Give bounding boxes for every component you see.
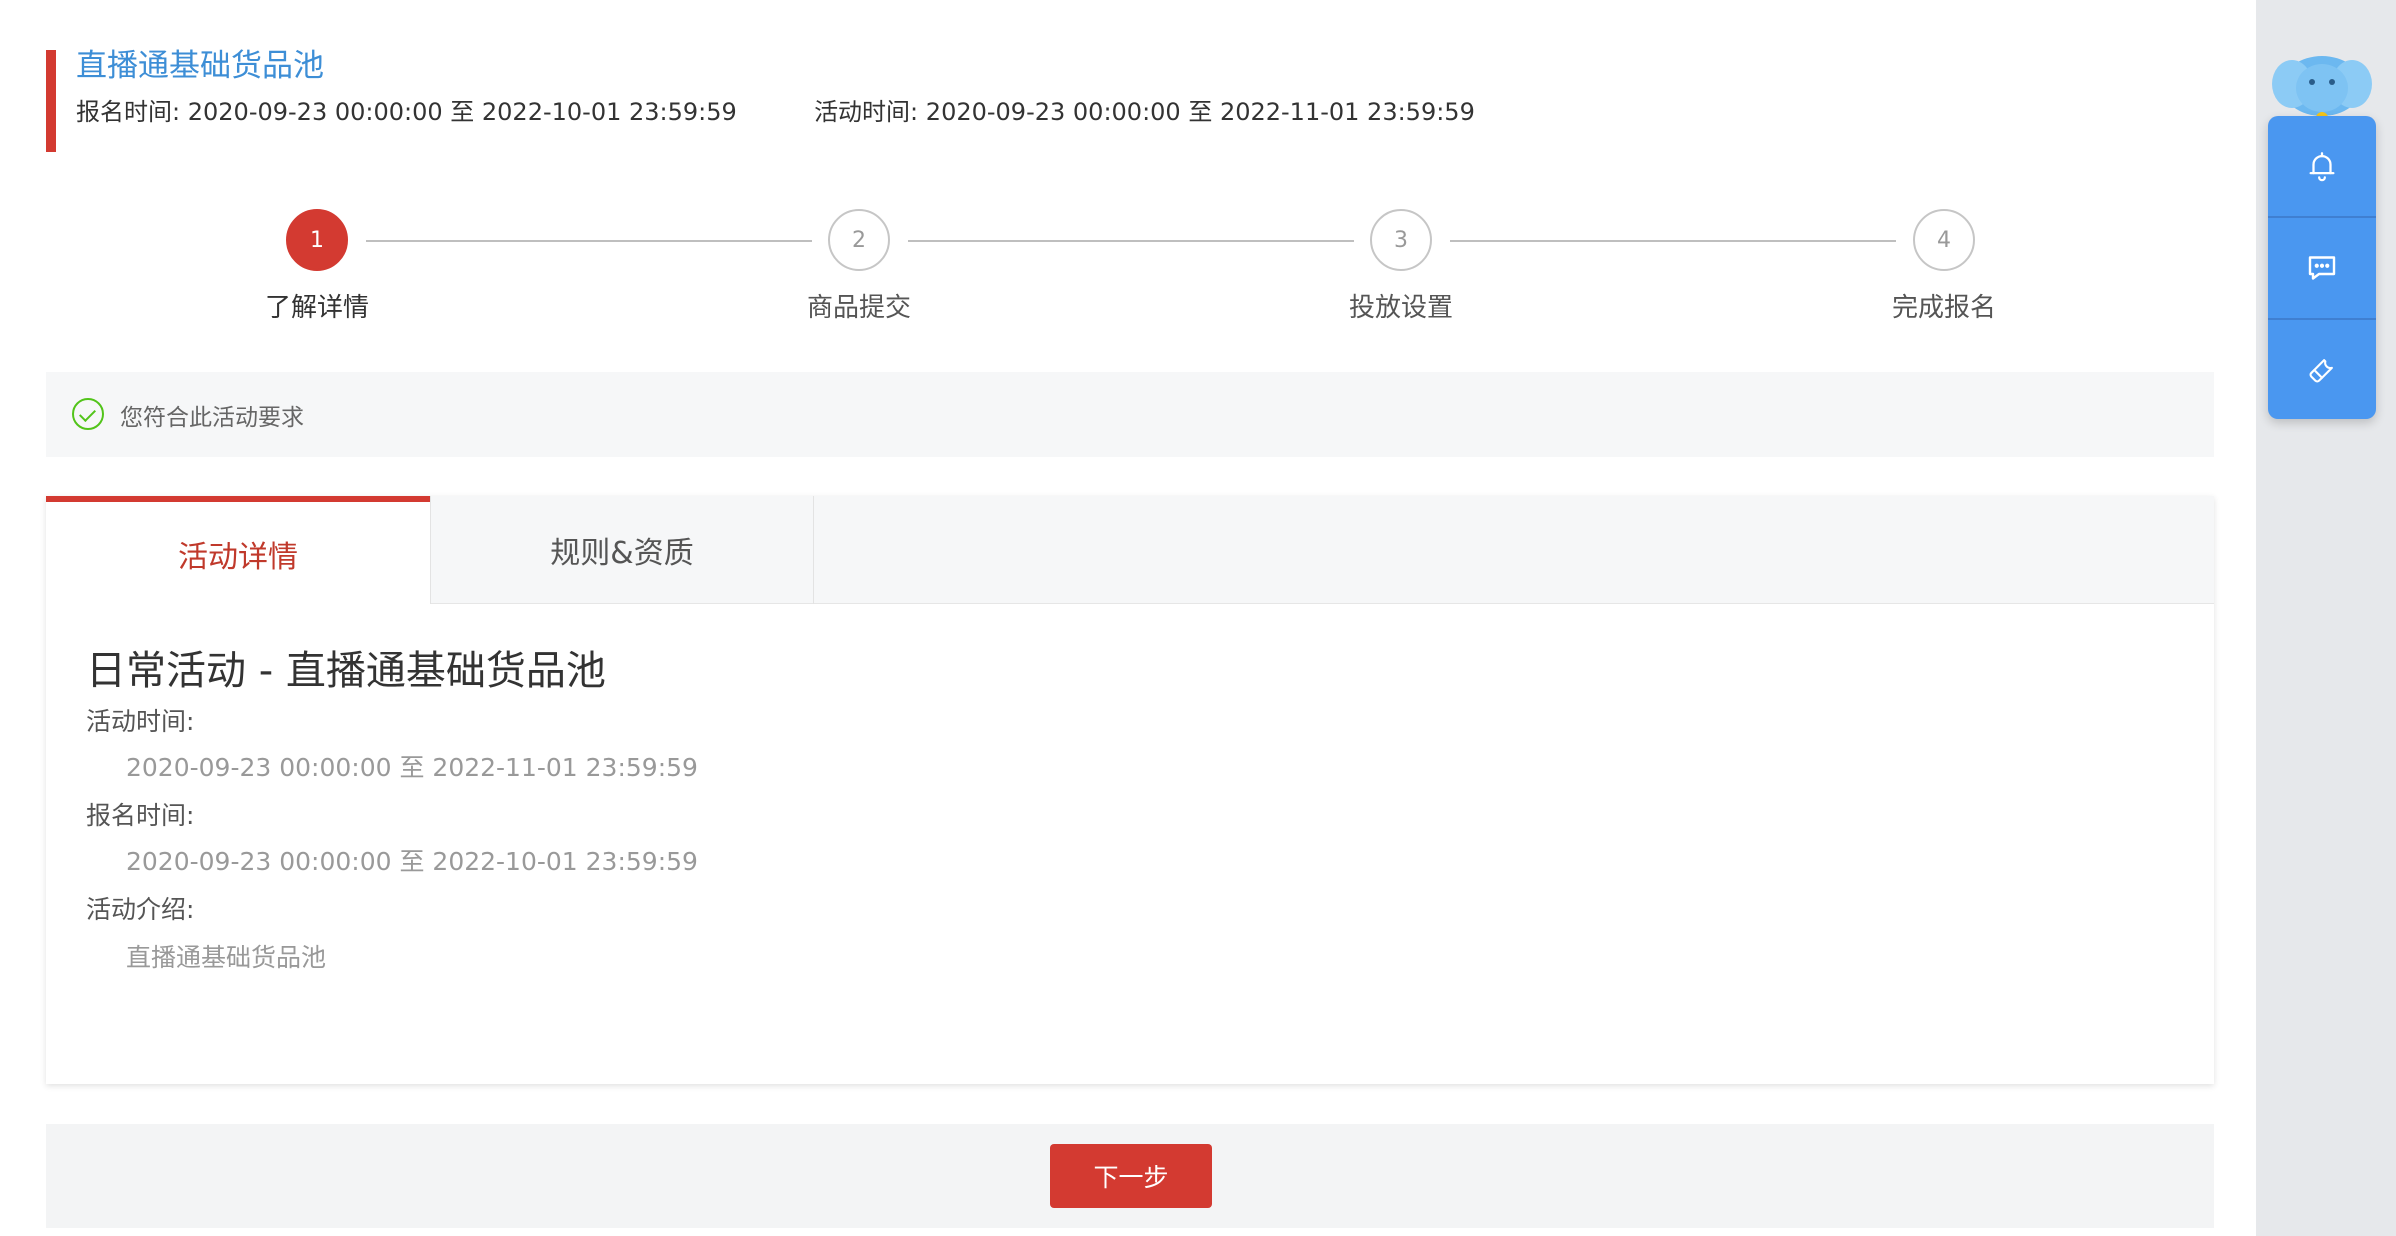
- activity-time-range: 2020-09-23 00:00:00 至 2022-11-01 23:59:5…: [925, 98, 1475, 126]
- progress-steps: 1 了解详情 2 商品提交 3 投放设置 4 完成报名: [0, 200, 2256, 330]
- bell-icon: [2309, 152, 2335, 182]
- step-label: 了解详情: [264, 293, 369, 323]
- tab-activity-details[interactable]: 活动详情: [46, 496, 430, 605]
- step-1: 1 了解详情: [207, 200, 427, 324]
- intro-label: 活动介绍:: [86, 895, 195, 924]
- tools-button[interactable]: [2268, 320, 2376, 419]
- elephant-mascot-icon[interactable]: [2270, 42, 2374, 124]
- main-page: 直播通基础货品池 报名时间: 2020-09-23 00:00:00 至 202…: [0, 0, 2256, 1236]
- message-button[interactable]: [2268, 218, 2376, 318]
- intro-value: 直播通基础货品池: [126, 943, 327, 972]
- signup-time-label: 报名时间:: [86, 801, 195, 830]
- header-times: 报名时间: 2020-09-23 00:00:00 至 2022-10-01 2…: [76, 92, 1475, 127]
- activity-time-label: 活动时间:: [814, 98, 919, 126]
- eligibility-notice: 您符合此活动要求: [46, 372, 2214, 457]
- step-connector: [1450, 240, 1896, 242]
- tab-bar: 活动详情 规则&资质: [46, 496, 2214, 605]
- tab-rules-qualifications[interactable]: 规则&资质: [430, 496, 814, 604]
- next-step-button[interactable]: 下一步: [1050, 1144, 1212, 1208]
- signup-time-range: 2020-09-23 00:00:00 至 2022-10-01 23:59:5…: [187, 98, 737, 126]
- step-4: 4 完成报名: [1834, 200, 2054, 324]
- check-circle-icon: [72, 398, 104, 430]
- step-label: 商品提交: [806, 293, 911, 323]
- step-2: 2 商品提交: [749, 200, 969, 324]
- signup-time-value: 2020-09-23 00:00:00 至 2022-10-01 23:59:5…: [126, 847, 698, 876]
- detail-panel: 活动详情 规则&资质 日常活动 - 直播通基础货品池 活动时间: 2020-09…: [46, 496, 2214, 1084]
- activity-time-value: 2020-09-23 00:00:00 至 2022-11-01 23:59:5…: [126, 753, 698, 782]
- activity-title-link[interactable]: 直播通基础货品池: [76, 40, 324, 85]
- footer-bar: 下一步: [46, 1124, 2214, 1228]
- step-label: 完成报名: [1891, 293, 1996, 323]
- activity-time-label: 活动时间:: [86, 707, 195, 736]
- floating-tool-panel: [2268, 116, 2376, 419]
- wrench-icon: [2309, 359, 2333, 383]
- step-number: 2: [828, 209, 890, 271]
- eligibility-text: 您符合此活动要求: [120, 405, 304, 431]
- step-3: 3 投放设置: [1291, 200, 1511, 324]
- step-connector: [366, 240, 812, 242]
- step-number: 1: [286, 209, 348, 271]
- detail-title: 日常活动 - 直播通基础货品池: [86, 648, 606, 694]
- signup-time-label: 报名时间:: [76, 98, 181, 126]
- step-number: 4: [1913, 209, 1975, 271]
- header-accent-bar: [46, 50, 56, 152]
- notification-button[interactable]: [2268, 116, 2376, 216]
- step-number: 3: [1370, 209, 1432, 271]
- step-connector: [908, 240, 1354, 242]
- step-label: 投放设置: [1348, 293, 1453, 323]
- message-icon: [2308, 256, 2336, 280]
